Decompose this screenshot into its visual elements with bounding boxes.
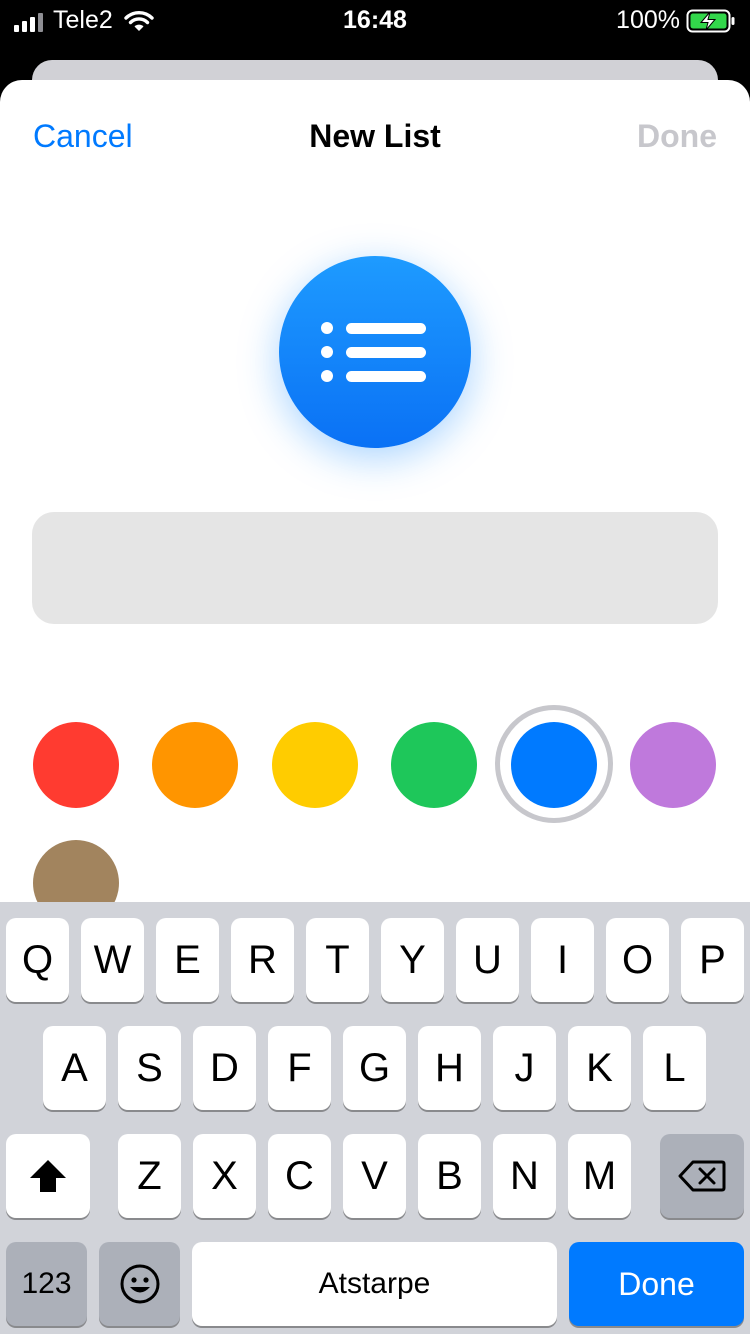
list-name-input[interactable] [32,512,718,624]
done-button[interactable]: Done [637,118,717,155]
list-bullet-icon [321,322,426,382]
key-j[interactable]: J [493,1026,556,1110]
key-f[interactable]: F [268,1026,331,1110]
backspace-icon [678,1160,726,1192]
color-swatch-red[interactable] [33,722,119,808]
key-a[interactable]: A [43,1026,106,1110]
numbers-key[interactable]: 123 [6,1242,87,1326]
key-y[interactable]: Y [381,918,444,1002]
key-m[interactable]: M [568,1134,631,1218]
color-swatch-green[interactable] [391,722,477,808]
list-icon-badge[interactable] [279,256,471,448]
keyboard: Q W E R T Y U I O P A S D F G H J K L Z … [0,902,750,1334]
key-u[interactable]: U [456,918,519,1002]
key-n[interactable]: N [493,1134,556,1218]
color-swatch-yellow[interactable] [272,722,358,808]
status-bar: Tele2 16:48 100% [0,0,750,40]
key-q[interactable]: Q [6,918,69,1002]
key-h[interactable]: H [418,1026,481,1110]
screen: Tele2 16:48 100% Cancel New List Done Q … [0,0,750,1334]
key-l[interactable]: L [643,1026,706,1110]
color-swatch-blue[interactable] [511,722,597,808]
key-r[interactable]: R [231,918,294,1002]
shift-key[interactable] [6,1134,90,1218]
key-o[interactable]: O [606,918,669,1002]
key-i[interactable]: I [531,918,594,1002]
emoji-key[interactable] [99,1242,180,1326]
color-swatch-orange[interactable] [152,722,238,808]
color-swatch-purple[interactable] [630,722,716,808]
key-t[interactable]: T [306,918,369,1002]
space-key[interactable]: Atstarpe [192,1242,557,1326]
key-w[interactable]: W [81,918,144,1002]
key-x[interactable]: X [193,1134,256,1218]
shift-arrow-icon [30,1160,66,1192]
emoji-smiley-icon [120,1264,159,1304]
status-right: 100% [616,6,736,35]
key-b[interactable]: B [418,1134,481,1218]
key-d[interactable]: D [193,1026,256,1110]
key-c[interactable]: C [268,1134,331,1218]
key-z[interactable]: Z [118,1134,181,1218]
key-v[interactable]: V [343,1134,406,1218]
key-p[interactable]: P [681,918,744,1002]
key-s[interactable]: S [118,1026,181,1110]
battery-charging-icon [686,9,735,32]
navigation-bar: Cancel New List Done [0,80,750,192]
key-g[interactable]: G [343,1026,406,1110]
delete-key[interactable] [660,1134,744,1218]
key-k[interactable]: K [568,1026,631,1110]
key-e[interactable]: E [156,918,219,1002]
battery-percentage: 100% [616,6,680,34]
keyboard-done-key[interactable]: Done [569,1242,744,1326]
